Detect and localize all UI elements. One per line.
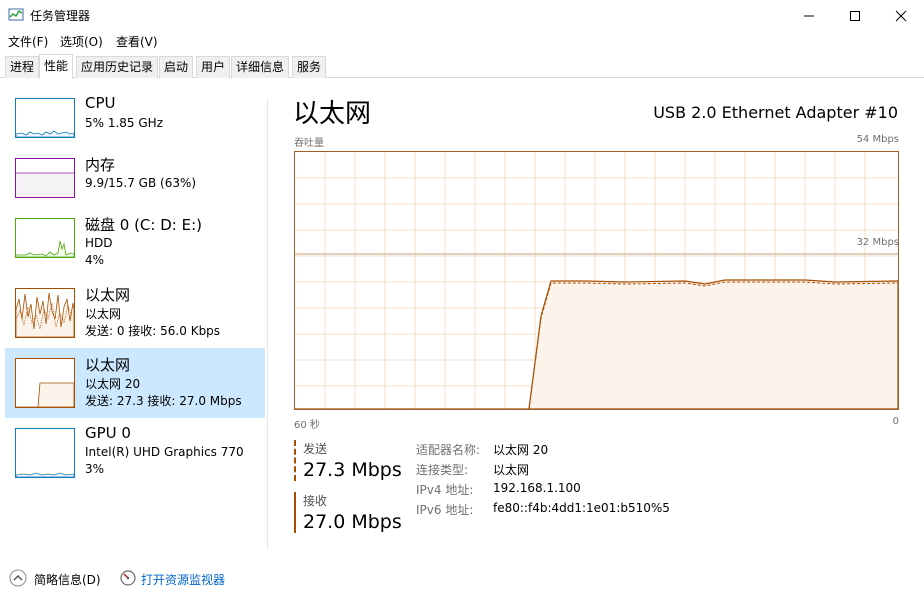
resource-monitor-icon xyxy=(120,570,136,586)
graph-time-right-label: 0 xyxy=(892,416,899,427)
info-value-ipv6: fe80::f4b:4dd1:1e01:b510%5 xyxy=(493,501,670,515)
tab-app-history[interactable]: 应用历史记录 xyxy=(76,56,159,78)
sidebar-item-throughput: 发送: 27.3 接收: 27.0 Mbps xyxy=(85,394,242,408)
maximize-button[interactable] xyxy=(832,0,878,31)
sidebar-item-name: 以太网 xyxy=(85,286,131,304)
sidebar-item-detail: 9.9/15.7 GB (63%) xyxy=(85,176,197,190)
receive-value: 27.0 Mbps xyxy=(303,511,402,533)
sidebar-item-gpu[interactable]: GPU 0 Intel(R) UHD Graphics 770 3% xyxy=(5,418,265,488)
maximize-icon xyxy=(850,10,860,21)
minimize-button[interactable] xyxy=(786,0,832,31)
sidebar-item-ethernet[interactable]: 以太网 以太网 发送: 0 接收: 56.0 Kbps xyxy=(5,278,265,348)
info-label-adapter-name: 适配器名称: xyxy=(416,443,481,457)
tab-bar: 进程 性能 应用历史记录 启动 用户 详细信息 服务 xyxy=(0,54,924,79)
cpu-thumbnail xyxy=(15,98,75,138)
send-value: 27.3 Mbps xyxy=(303,459,402,481)
graph-title: 吞吐量 xyxy=(294,138,324,149)
gpu-thumbnail xyxy=(15,428,75,478)
menu-bar: 文件(F) 选项(O) 查看(V) xyxy=(0,31,924,51)
footer-bar: 简略信息(D) 打开资源监视器 xyxy=(0,558,924,604)
receive-label: 接收 xyxy=(303,494,328,508)
sidebar-item-detail: 以太网 20 xyxy=(85,377,141,391)
close-button[interactable] xyxy=(878,0,924,31)
tab-services[interactable]: 服务 xyxy=(292,56,327,78)
menu-file[interactable]: 文件(F) xyxy=(8,33,48,50)
info-label-ipv4: IPv4 地址: xyxy=(416,483,474,497)
info-label-ipv6: IPv6 地址: xyxy=(416,503,474,517)
info-label-connection-type: 连接类型: xyxy=(416,463,469,477)
sidebar-item-detail: 5% 1.85 GHz xyxy=(85,116,164,130)
close-icon xyxy=(895,10,907,21)
task-manager-icon xyxy=(8,8,24,21)
menu-view[interactable]: 查看(V) xyxy=(116,33,158,50)
chevron-up-circle-icon[interactable] xyxy=(9,569,27,587)
tab-users[interactable]: 用户 xyxy=(196,56,231,78)
sidebar-item-name: CPU xyxy=(85,94,116,112)
graph-max-label: 54 Mbps xyxy=(856,134,899,145)
sidebar-item-name: 以太网 xyxy=(85,356,131,374)
ethernet-20-thumbnail xyxy=(15,358,75,408)
throughput-graph xyxy=(294,151,899,410)
sidebar-item-throughput: 发送: 0 接收: 56.0 Kbps xyxy=(85,324,221,338)
tab-processes[interactable]: 进程 xyxy=(5,56,40,78)
memory-thumbnail xyxy=(15,158,75,198)
sidebar-item-detail: HDD xyxy=(85,236,113,250)
fewer-details-button[interactable]: 简略信息(D) xyxy=(34,571,101,588)
menu-options[interactable]: 选项(O) xyxy=(60,33,103,50)
adapter-name: USB 2.0 Ethernet Adapter #10 xyxy=(653,103,898,122)
minimize-icon xyxy=(804,15,814,16)
page-title: 以太网 xyxy=(293,99,372,129)
graph-mid-label: 32 Mbps xyxy=(856,237,899,248)
sidebar-item-detail: Intel(R) UHD Graphics 770 xyxy=(85,445,244,459)
ethernet-thumbnail xyxy=(15,288,75,338)
tab-startup[interactable]: 启动 xyxy=(159,56,194,78)
disk-thumbnail xyxy=(15,218,75,258)
send-stat: 发送 27.3 Mbps xyxy=(294,440,410,481)
sidebar-item-name: 磁盘 0 (C: D: E:) xyxy=(85,216,202,234)
tab-details[interactable]: 详细信息 xyxy=(231,56,290,78)
sidebar-item-usage: 3% xyxy=(85,462,105,476)
performance-sidebar: CPU 5% 1.85 GHz 内存 9.9/15.7 GB (63%) 磁盘 … xyxy=(0,78,268,558)
info-value-adapter-name: 以太网 20 xyxy=(493,443,549,457)
tab-performance[interactable]: 性能 xyxy=(39,54,74,79)
sidebar-item-name: 内存 xyxy=(85,156,116,174)
send-label: 发送 xyxy=(303,442,328,456)
window-title: 任务管理器 xyxy=(30,9,91,23)
title-bar: 任务管理器 xyxy=(0,0,924,31)
sidebar-item-disk[interactable]: 磁盘 0 (C: D: E:) HDD 4% xyxy=(5,208,265,278)
receive-stat: 接收 27.0 Mbps xyxy=(294,492,410,533)
graph-time-left-label: 60 秒 xyxy=(294,420,320,431)
sidebar-item-detail: 以太网 xyxy=(85,307,122,321)
sidebar-item-ethernet-20[interactable]: 以太网 以太网 20 发送: 27.3 接收: 27.0 Mbps xyxy=(5,348,265,418)
open-resource-monitor-link[interactable]: 打开资源监视器 xyxy=(141,571,225,588)
sidebar-item-usage: 4% xyxy=(85,253,105,267)
sidebar-item-name: GPU 0 xyxy=(85,424,131,442)
info-value-ipv4: 192.168.1.100 xyxy=(493,481,581,495)
info-value-connection-type: 以太网 xyxy=(493,463,530,477)
sidebar-divider xyxy=(267,98,268,550)
